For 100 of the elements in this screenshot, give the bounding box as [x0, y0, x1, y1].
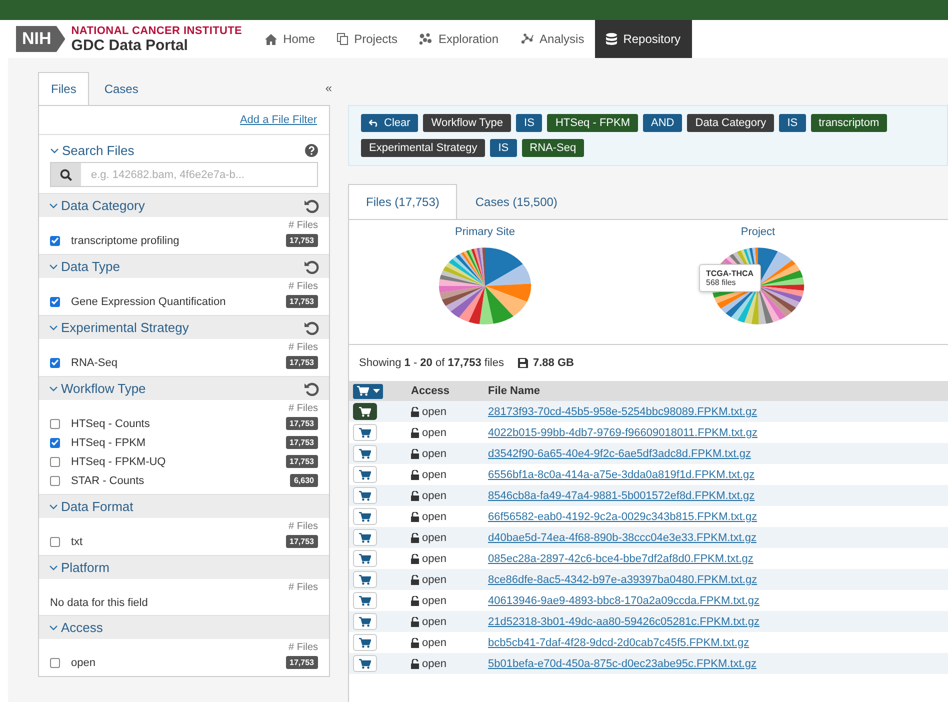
nav-tab[interactable]: Exploration	[408, 20, 510, 58]
facet-option[interactable]: STAR - Counts	[71, 474, 290, 486]
cart-icon	[359, 532, 371, 542]
chevron-down-icon[interactable]	[49, 386, 58, 392]
results-tab[interactable]: Cases (15,500)	[457, 184, 576, 219]
nav-tab[interactable]: Analysis	[510, 20, 596, 58]
reset-icon[interactable]	[304, 320, 319, 334]
total-size: 7.88 GB	[533, 357, 574, 369]
nav-tab[interactable]: Projects	[326, 20, 408, 58]
empty-message: No data for this field	[50, 596, 149, 611]
reset-icon[interactable]	[304, 260, 319, 274]
logo-title: NATIONAL CANCER INSTITUTE	[71, 24, 242, 36]
chevron-down-icon[interactable]	[49, 264, 58, 270]
value-chip[interactable]: RNA-Seq	[522, 139, 584, 157]
access-level: open	[422, 532, 446, 544]
field-chip[interactable]: Data Category	[687, 114, 774, 132]
results-tab[interactable]: Files (17,753)	[348, 184, 458, 219]
facet-option[interactable]: HTSeq - Counts	[71, 418, 286, 430]
access-level: open	[422, 552, 446, 564]
access-level: open	[422, 636, 446, 648]
facet-option[interactable]: RNA-Seq	[71, 356, 286, 368]
chevron-down-icon[interactable]	[49, 324, 58, 330]
cart-icon	[359, 616, 371, 626]
file-count: 17,753	[286, 436, 318, 449]
reset-icon[interactable]	[304, 198, 319, 212]
field-chip[interactable]: Workflow Type	[423, 114, 512, 132]
file-link[interactable]: 085ec28a-2897-42c6-bce4-bbe7df2af8d0.FPKM.txt.gz	[488, 552, 754, 564]
nav-tab[interactable]: Home	[254, 20, 326, 58]
access-level: open	[422, 426, 446, 438]
checkbox[interactable]	[50, 658, 60, 668]
cart-icon	[359, 574, 371, 584]
sidebar-tab[interactable]: Cases	[91, 72, 152, 105]
checkbox[interactable]	[50, 456, 60, 466]
add-filter-link[interactable]: Add a File Filter	[240, 114, 317, 126]
facet-option[interactable]: HTSeq - FPKM-UQ	[71, 456, 286, 468]
count-label: # Files	[288, 342, 318, 353]
file-link[interactable]: 40613946-9ae9-4893-bbc8-170a2a09ccda.FPKM.txt.gz	[488, 594, 760, 606]
checkbox[interactable]	[50, 296, 60, 306]
database-icon	[606, 33, 618, 45]
unlock-icon	[411, 406, 419, 416]
file-link[interactable]: 66f56582-eab0-4192-9c2a-0029c343b815.FPKM.txt.gz	[488, 510, 758, 522]
cart-icon	[359, 596, 371, 606]
facet-option[interactable]: HTSeq - FPKM	[71, 436, 286, 448]
checkbox[interactable]	[50, 438, 60, 448]
logo-mark[interactable]: NIH	[16, 26, 66, 52]
chevron-down-icon[interactable]	[49, 504, 58, 510]
cart-icon	[359, 490, 371, 500]
column-header[interactable]: File Name	[488, 385, 540, 397]
facet-title: Access	[61, 620, 103, 635]
checkbox[interactable]	[50, 536, 60, 546]
count-label: # Files	[288, 403, 318, 414]
facet-option[interactable]: Gene Expression Quantification	[71, 296, 286, 308]
file-count: 6,630	[290, 474, 318, 487]
checkbox[interactable]	[50, 358, 60, 368]
field-chip[interactable]: Experimental Strategy	[361, 139, 486, 157]
caret-icon	[373, 389, 380, 393]
access-level: open	[422, 658, 446, 670]
checkbox[interactable]	[50, 476, 60, 486]
operator-chip: IS	[490, 139, 517, 157]
collapse-button[interactable]: «	[325, 80, 332, 94]
file-link[interactable]: bcb5cb41-7daf-4f28-9dcd-2d0cab7c45f5.FPKM.txt.gz	[488, 636, 750, 648]
clear-button[interactable]: Clear	[361, 114, 418, 132]
sidebar-tab[interactable]: Files	[38, 72, 90, 105]
file-count: 17,753	[286, 234, 318, 247]
unlock-icon	[411, 448, 419, 458]
count-label: # Files	[288, 642, 318, 653]
facet-option[interactable]: open	[71, 656, 286, 668]
help-icon[interactable]	[305, 144, 318, 157]
chevron-down-icon[interactable]	[49, 202, 58, 208]
chevron-down-icon[interactable]	[49, 624, 58, 630]
add-to-cart-button[interactable]	[353, 403, 377, 420]
operator-chip: IS	[779, 114, 806, 132]
count-label: # Files	[288, 582, 318, 593]
file-link[interactable]: 6556bf1a-8c0a-414a-a75e-3dda0a819f1d.FPKM.txt.gz	[488, 468, 755, 480]
cart-icon	[359, 554, 371, 564]
undo-icon	[369, 119, 379, 127]
checkbox[interactable]	[50, 236, 60, 246]
value-chip[interactable]: HTSeq - FPKM	[547, 114, 638, 132]
access-level: open	[422, 448, 446, 460]
facet-title: Workflow Type	[61, 381, 146, 396]
file-count: 17,753	[286, 295, 318, 308]
nav-tab[interactable]: Repository	[595, 20, 692, 58]
file-count: 17,753	[286, 535, 318, 548]
chevron-down-icon[interactable]	[49, 564, 58, 570]
count-label: # Files	[288, 220, 318, 231]
unlock-icon	[411, 596, 419, 606]
facet-option[interactable]: txt	[71, 536, 286, 548]
search-box[interactable]: e.g. 142682.bam, 4f6e2e7a-b...	[50, 162, 318, 187]
value-chip[interactable]: transcriptom	[810, 114, 888, 132]
facet-title: Platform	[61, 560, 110, 575]
cart-menu-button[interactable]	[353, 384, 383, 398]
reset-icon[interactable]	[304, 382, 319, 396]
chart-title: Primary Site	[455, 226, 515, 238]
chevron-down-icon[interactable]	[50, 148, 59, 154]
logo-subtitle: GDC Data Portal	[71, 36, 189, 54]
file-link[interactable]: 4022b015-99bb-4db7-9769-f96609018011.FPKM.txt.gz	[488, 426, 758, 438]
operator-chip: IS	[516, 114, 542, 132]
checkbox[interactable]	[50, 418, 60, 428]
file-count: 17,753	[286, 356, 318, 369]
facet-option[interactable]: transcriptome profiling	[71, 234, 286, 246]
